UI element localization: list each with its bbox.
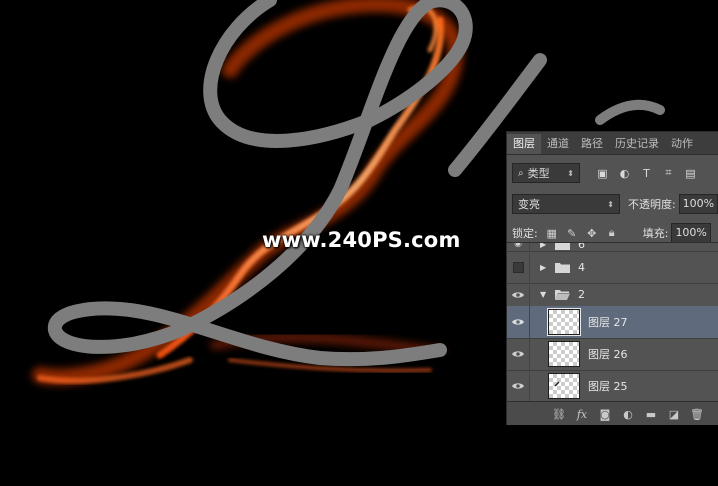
adjustment-layer-icon[interactable]: ◐ — [620, 408, 636, 422]
opacity-input[interactable]: 100% — [678, 194, 718, 214]
layers-panel: 图层 通道 路径 历史记录 动作 ⌕ 类型 ⬍ ▣ ◐ T ⌗ ▤ 变亮 ⬍ 不… — [506, 131, 718, 425]
folder-icon — [555, 262, 570, 273]
delete-layer-icon[interactable]: 🗑︎ — [689, 408, 705, 422]
lock-image-icon[interactable]: ✎ — [566, 227, 578, 240]
opacity-label: 不透明度: — [627, 198, 676, 211]
expand-arrow-icon[interactable]: ▶ — [540, 263, 550, 272]
blend-mode-select[interactable]: 变亮 ⬍ — [512, 194, 620, 214]
filter-row: ⌕ 类型 ⬍ ▣ ◐ T ⌗ ▤ — [507, 162, 718, 184]
layers-bottom-toolbar: ⛓︎ fx ◙ ◐ ▬ ◪ 🗑︎ — [507, 401, 718, 425]
layer-thumbnail — [547, 308, 581, 336]
layer-name: 图层 25 — [588, 380, 628, 393]
layer-group-4[interactable]: ▶ 4 — [507, 251, 718, 284]
layer-name: 2 — [578, 288, 585, 301]
tab-paths[interactable]: 路径 — [575, 134, 609, 154]
updown-arrow-icon: ⬍ — [607, 199, 614, 209]
filter-kind-select[interactable]: ⌕ 类型 ⬍ — [512, 163, 580, 183]
lock-all-icon[interactable]: 🔒︎ — [606, 226, 618, 239]
fx-icon[interactable]: fx — [574, 408, 590, 422]
filter-kind-value: 类型 — [527, 167, 550, 180]
new-group-icon[interactable]: ▬ — [643, 408, 659, 422]
layer-27[interactable]: 图层 27 — [507, 306, 718, 339]
watermark-text: www.240PS.com — [262, 228, 461, 252]
lock-row: 锁定: ▦ ✎ ✥ 🔒︎ 填充: 100% — [507, 222, 718, 244]
updown-arrow-icon: ⬍ — [567, 168, 574, 178]
layer-name: 4 — [578, 260, 585, 274]
type-filter-icon[interactable]: T — [640, 167, 653, 180]
expand-arrow-icon[interactable]: ▶ — [540, 243, 550, 249]
tab-layers[interactable]: 图层 — [507, 134, 541, 154]
layer-name: 图层 26 — [588, 348, 628, 361]
fill-label: 填充: — [642, 227, 669, 240]
adjustment-filter-icon[interactable]: ◐ — [618, 167, 631, 180]
smart-object-filter-icon[interactable]: ▤ — [684, 167, 697, 180]
tab-actions[interactable]: 动作 — [665, 134, 699, 154]
lock-transparent-icon[interactable]: ▦ — [546, 227, 558, 240]
blend-mode-value: 变亮 — [518, 198, 540, 211]
lock-label: 锁定: — [512, 227, 538, 240]
visibility-eye-icon[interactable]: ◉ — [507, 243, 529, 249]
collapse-arrow-icon[interactable]: ▼ — [540, 290, 550, 299]
layer-name: 6 — [578, 242, 585, 251]
layer-26[interactable]: 图层 26 — [507, 338, 718, 371]
visibility-eye-icon[interactable] — [507, 318, 529, 326]
image-filter-icon[interactable]: ▣ — [596, 167, 609, 180]
open-folder-icon — [555, 290, 570, 300]
visibility-eye-icon[interactable] — [507, 382, 529, 390]
visibility-eye-icon[interactable] — [507, 350, 529, 358]
layer-thumbnail — [548, 373, 580, 399]
lock-position-icon[interactable]: ✥ — [586, 227, 598, 240]
fill-input[interactable]: 100% — [671, 223, 712, 243]
panel-tabs: 图层 通道 路径 历史记录 动作 — [507, 132, 718, 155]
visibility-off-box[interactable] — [507, 261, 529, 273]
layer-mask-icon[interactable]: ◙ — [597, 408, 613, 422]
tab-channels[interactable]: 通道 — [541, 134, 575, 154]
folder-icon — [555, 243, 570, 250]
layer-name: 图层 27 — [588, 316, 628, 329]
layer-thumbnail — [548, 341, 580, 367]
search-icon: ⌕ — [518, 167, 524, 179]
visibility-eye-icon[interactable] — [507, 291, 529, 299]
new-layer-icon[interactable]: ◪ — [666, 408, 682, 422]
tab-history[interactable]: 历史记录 — [609, 134, 665, 154]
link-layers-icon[interactable]: ⛓︎ — [551, 408, 567, 422]
layer-group-2[interactable]: ▼ 2 — [507, 283, 718, 307]
blend-row: 变亮 ⬍ 不透明度: 100% — [507, 193, 718, 215]
layers-list: ◉ ▶ 6 ▶ 4 ▼ 2 图层 27 图层 26 图层 25 — [507, 242, 718, 402]
layer-25[interactable]: 图层 25 — [507, 370, 718, 402]
shape-filter-icon[interactable]: ⌗ — [662, 166, 675, 180]
